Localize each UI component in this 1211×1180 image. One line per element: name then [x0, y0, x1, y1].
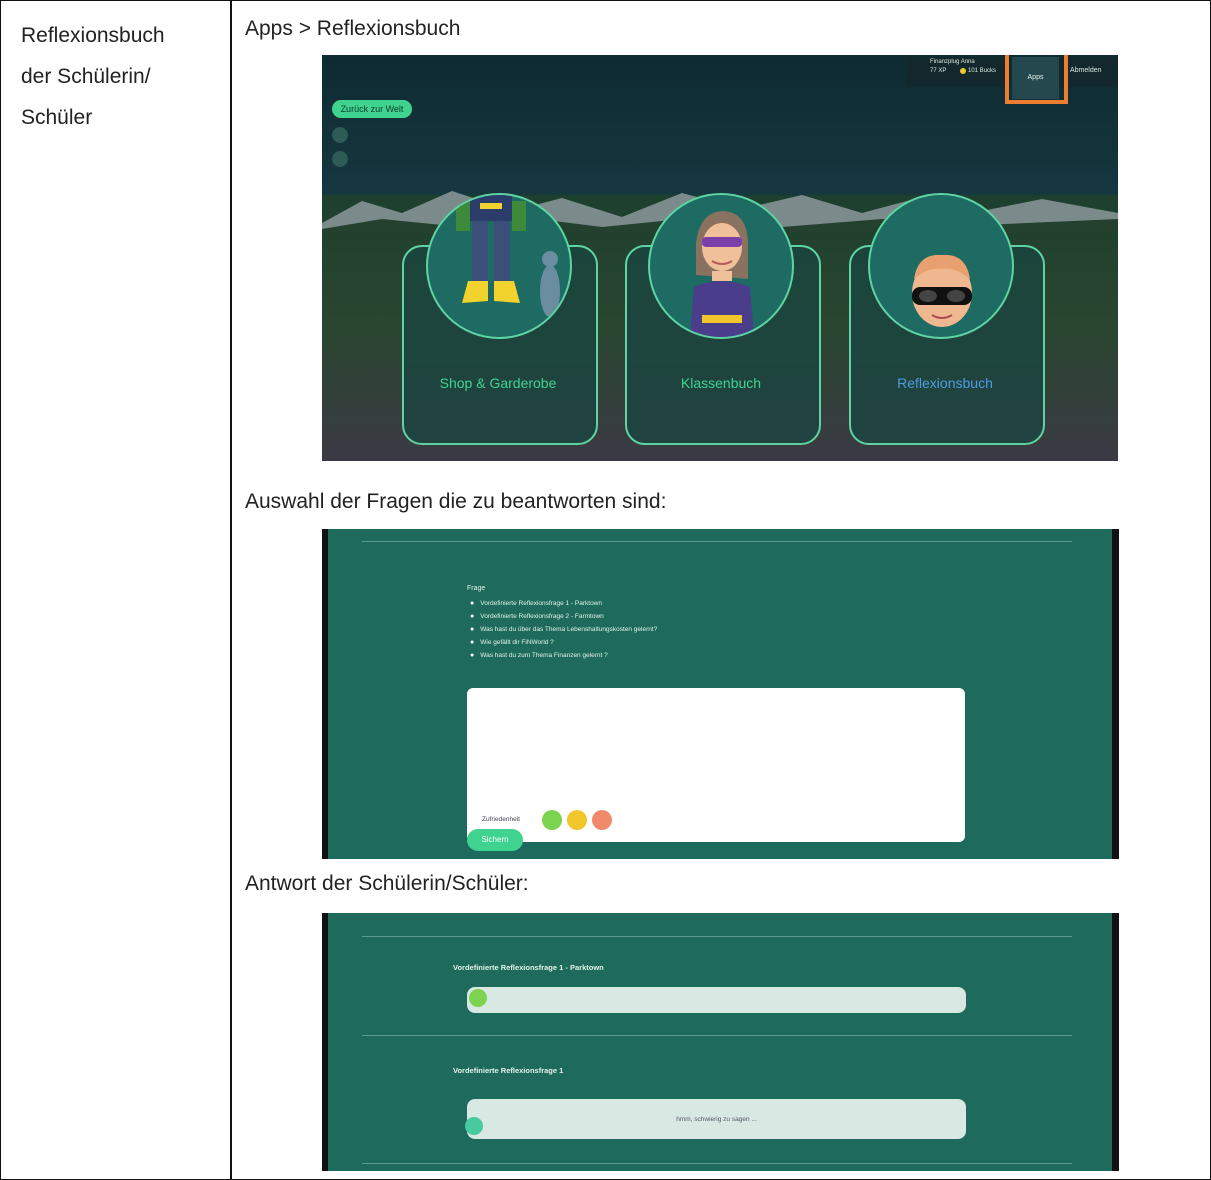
- side-menu-icon[interactable]: [332, 151, 348, 167]
- superhero-suit-icon: [456, 195, 560, 317]
- answer-question-title: Vordefinierte Reflexionsfrage 1: [453, 1066, 564, 1075]
- feature-name-line: Schüler: [21, 106, 93, 129]
- section-heading-answer: Antwort der Schülerin/Schüler:: [245, 872, 529, 895]
- hud-player-name: Finanzplug Anna: [930, 59, 975, 65]
- satisfaction-label: Zufriedenheit: [482, 816, 520, 823]
- reflexionsbuch-avatar-circle[interactable]: [868, 193, 1014, 339]
- happy-smiley-icon[interactable]: [542, 810, 562, 830]
- shop-card-label: Shop & Garderobe: [439, 375, 557, 391]
- question-option[interactable]: Was hast du zum Thema Finanzen gelernt ?: [470, 649, 657, 662]
- question-option[interactable]: Was hast du über das Thema Lebenshaltung…: [470, 623, 657, 636]
- back-to-world-button[interactable]: Zurück zur Welt: [332, 100, 412, 118]
- happy-smiley-icon: [469, 989, 487, 1007]
- screenshot-edge: [1112, 913, 1119, 1171]
- reflexionsbuch-card-label: Reflexionsbuch: [897, 375, 993, 391]
- answer-question-title: Vordefinierte Reflexionsfrage 1 - Parkto…: [453, 963, 604, 972]
- column-divider: [230, 1, 232, 1179]
- feature-name-cell: Reflexionsbuch der Schülerin/ Schüler: [21, 15, 221, 138]
- question-radio-list: Vordefinierte Reflexionsfrage 1 - Parkto…: [470, 597, 657, 662]
- logout-button[interactable]: Abmelden: [1070, 67, 1102, 74]
- divider: [362, 1163, 1072, 1164]
- hud-xp: 77 XP: [930, 68, 947, 74]
- klassenbuch-card-label: Klassenbuch: [680, 375, 762, 391]
- sad-smiley-icon[interactable]: [592, 810, 612, 830]
- shop-avatar-circle[interactable]: [426, 193, 572, 339]
- answers-screenshot: Vordefinierte Reflexionsfrage 1 - Parkto…: [322, 913, 1119, 1171]
- neutral-smiley-icon[interactable]: [567, 810, 587, 830]
- screenshot-edge: [1112, 529, 1119, 859]
- feature-name-line: der Schülerin/: [21, 65, 151, 88]
- divider: [362, 1035, 1072, 1036]
- neutral-smiley-icon: [465, 1117, 483, 1135]
- divider: [362, 936, 1072, 937]
- screenshot-edge: [322, 529, 328, 859]
- question-selection-screenshot: Frage Vordefinierte Reflexionsfrage 1 - …: [322, 529, 1119, 859]
- boy-avatar-icon: [912, 254, 972, 327]
- save-button[interactable]: Sichern: [467, 829, 523, 851]
- answer-bar: [467, 987, 966, 1013]
- divider: [362, 541, 1072, 542]
- question-option[interactable]: Wie gefällt dir FiNWorld ?: [470, 636, 657, 649]
- apps-button-highlight: [1005, 55, 1068, 104]
- coin-icon: [960, 68, 966, 74]
- answer-text: hmm, schwierig zu sagen ...: [676, 1116, 757, 1123]
- section-heading-selection: Auswahl der Fragen die zu beantworten si…: [245, 490, 667, 513]
- breadcrumb: Apps > Reflexionsbuch: [245, 17, 461, 40]
- screenshot-edge: [322, 913, 328, 1171]
- apps-menu-screenshot: Zurück zur Welt Finanzplug Anna 77 XP 10…: [322, 55, 1118, 461]
- hud-coins: 101 Bucks: [968, 68, 997, 74]
- girl-avatar-icon: [690, 211, 754, 337]
- question-option[interactable]: Vordefinierte Reflexionsfrage 1 - Parkto…: [470, 597, 657, 610]
- feature-name-line: Reflexionsbuch: [21, 24, 165, 47]
- klassenbuch-avatar-circle[interactable]: [648, 193, 794, 339]
- side-menu-icon[interactable]: [332, 127, 348, 143]
- question-option[interactable]: Vordefinierte Reflexionsfrage 2 - Farmto…: [470, 610, 657, 623]
- question-label: Frage: [467, 585, 486, 592]
